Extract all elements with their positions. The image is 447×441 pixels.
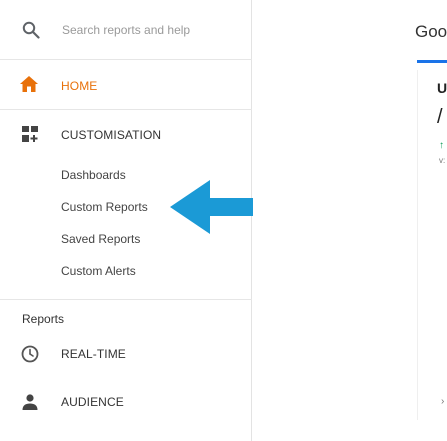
main-card-small-text: v: — [439, 156, 446, 165]
sidebar-subitem-saved-reports[interactable]: Saved Reports — [61, 232, 140, 246]
home-icon — [19, 75, 39, 93]
sidebar-item-audience-label: AUDIENCE — [61, 395, 124, 409]
left-arrow-icon — [170, 180, 264, 234]
app-root: HOME CUSTOMISATION Dashboards Custom Rep… — [0, 0, 447, 441]
sidebar-subitem-custom-reports[interactable]: Custom Reports — [61, 200, 148, 214]
main-card-glyph: / — [437, 106, 443, 128]
main-card-letter: U — [437, 80, 447, 96]
sidebar-item-audience[interactable]: AUDIENCE — [0, 382, 252, 422]
dashboard-grid-icon — [22, 126, 38, 142]
search-input[interactable] — [60, 18, 242, 42]
sidebar-item-real-time[interactable]: REAL-TIME — [0, 334, 252, 374]
search-icon[interactable] — [22, 21, 40, 39]
clock-icon — [21, 345, 39, 363]
trend-up-icon: ↑ — [439, 140, 444, 151]
main-tab-indicator — [417, 60, 447, 63]
sidebar-item-customisation-label: CUSTOMISATION — [61, 128, 162, 142]
sidebar-subitem-custom-alerts[interactable]: Custom Alerts — [61, 264, 136, 278]
search-bar — [0, 0, 252, 60]
sidebar-subitem-dashboards[interactable]: Dashboards — [61, 168, 126, 182]
main-panel: Goo U / ↑ v: › — [253, 0, 447, 441]
reports-heading: Reports — [22, 312, 65, 326]
sidebar-item-customisation[interactable]: CUSTOMISATION — [0, 110, 252, 158]
sidebar-item-home[interactable]: HOME — [0, 60, 252, 110]
sidebar-item-home-label: HOME — [61, 79, 98, 93]
sidebar-divider — [0, 299, 252, 300]
person-icon — [21, 393, 39, 411]
main-title: Goo — [415, 22, 447, 41]
chevron-right-icon[interactable]: › — [441, 396, 444, 407]
sidebar-item-real-time-label: REAL-TIME — [61, 347, 126, 361]
